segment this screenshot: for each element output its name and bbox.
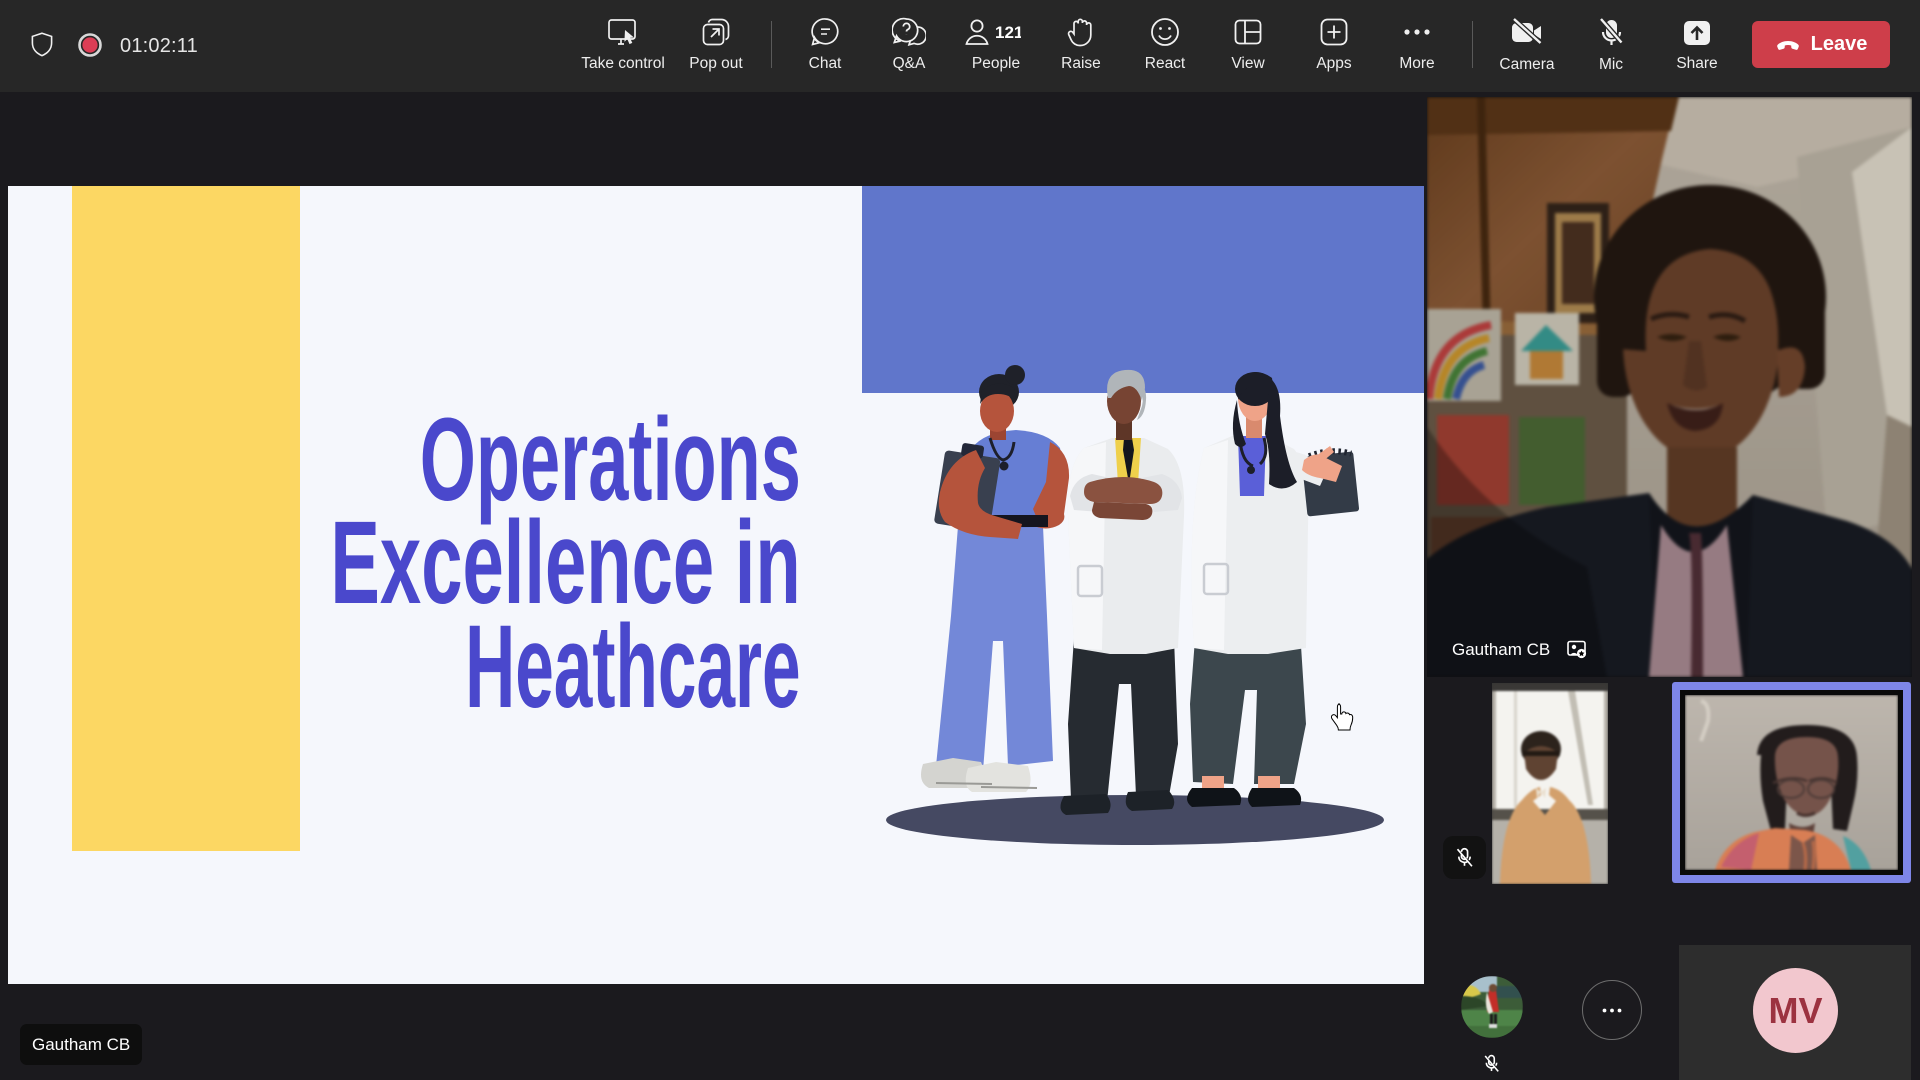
svg-text:121: 121 bbox=[995, 23, 1021, 42]
